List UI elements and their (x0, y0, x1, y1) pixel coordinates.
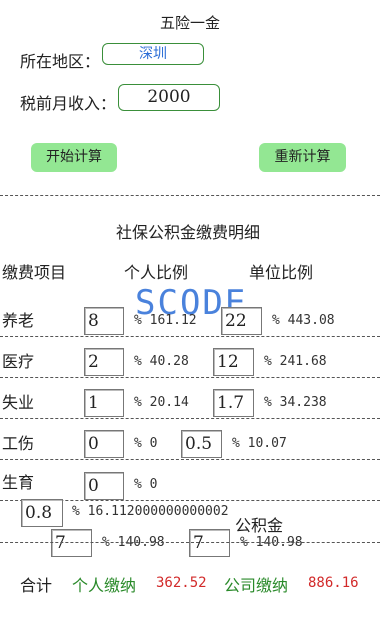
page-title: 五险一金 (159, 14, 220, 32)
unemployment-unit-amount: % 34.238 (264, 395, 327, 410)
maternity-personal-rate[interactable]: 0 (84, 472, 124, 500)
medical-personal-amount: % 40.28 (134, 354, 189, 369)
pension-unit-amount: % 443.08 (272, 313, 335, 328)
fund-personal-rate[interactable]: 7 (51, 529, 92, 557)
personal-total-label: 个人缴纳 (72, 576, 137, 595)
row-divider (0, 336, 380, 337)
medical-unit-rate[interactable]: 12 (213, 348, 254, 376)
row-label-injury: 工伤 (2, 434, 35, 453)
fund-unit-rate[interactable]: 7 (189, 529, 230, 557)
details-title: 社保公积金缴费明细 (116, 223, 261, 242)
income-label: 税前月收入： (20, 94, 117, 113)
injury-personal-rate[interactable]: 0 (84, 430, 124, 458)
calculate-button[interactable]: 开始计算 (31, 143, 117, 172)
total-label: 合计 (20, 576, 53, 595)
reset-button[interactable]: 重新计算 (259, 143, 346, 172)
pension-personal-rate[interactable]: 8 (84, 307, 124, 335)
unemployment-personal-rate[interactable]: 1 (84, 389, 124, 417)
region-select[interactable]: 深圳 (102, 43, 204, 65)
row-label-unemployment: 失业 (2, 393, 35, 412)
col-header-unit: 单位比例 (249, 263, 314, 282)
injury-personal-amount: % 0 (134, 436, 158, 451)
row-divider (0, 542, 380, 543)
col-header-item: 缴费项目 (2, 263, 67, 282)
company-total-label: 公司缴纳 (224, 576, 289, 595)
medical-unit-amount: % 241.68 (264, 354, 327, 369)
housing-fund-label: 公积金 (235, 516, 284, 535)
col-header-personal: 个人比例 (124, 263, 189, 282)
injury-unit-rate[interactable]: 0.5 (181, 430, 222, 458)
row-divider (0, 459, 380, 460)
company-total-value: 886.16 (308, 575, 359, 591)
maternity-unit-amount: % 16.112000000000002 (72, 504, 229, 519)
row-divider (0, 377, 380, 378)
unemployment-unit-rate[interactable]: 1.7 (213, 389, 254, 417)
unemployment-personal-amount: % 20.14 (134, 395, 189, 410)
row-label-medical: 医疗 (2, 352, 35, 371)
pension-unit-rate[interactable]: 22 (221, 307, 262, 335)
personal-total-value: 362.52 (156, 575, 207, 591)
maternity-personal-amount: % 0 (134, 477, 158, 492)
region-label: 所在地区： (20, 52, 101, 71)
injury-unit-amount: % 10.07 (232, 436, 287, 451)
row-label-pension: 养老 (2, 311, 35, 330)
row-divider (0, 418, 380, 419)
maternity-unit-rate[interactable]: 0.8 (21, 499, 63, 527)
row-label-maternity: 生育 (2, 473, 35, 492)
medical-personal-rate[interactable]: 2 (84, 348, 124, 376)
pension-personal-amount: % 161.12 (134, 313, 197, 328)
income-input[interactable]: 2000 (118, 84, 220, 111)
divider (0, 195, 380, 196)
